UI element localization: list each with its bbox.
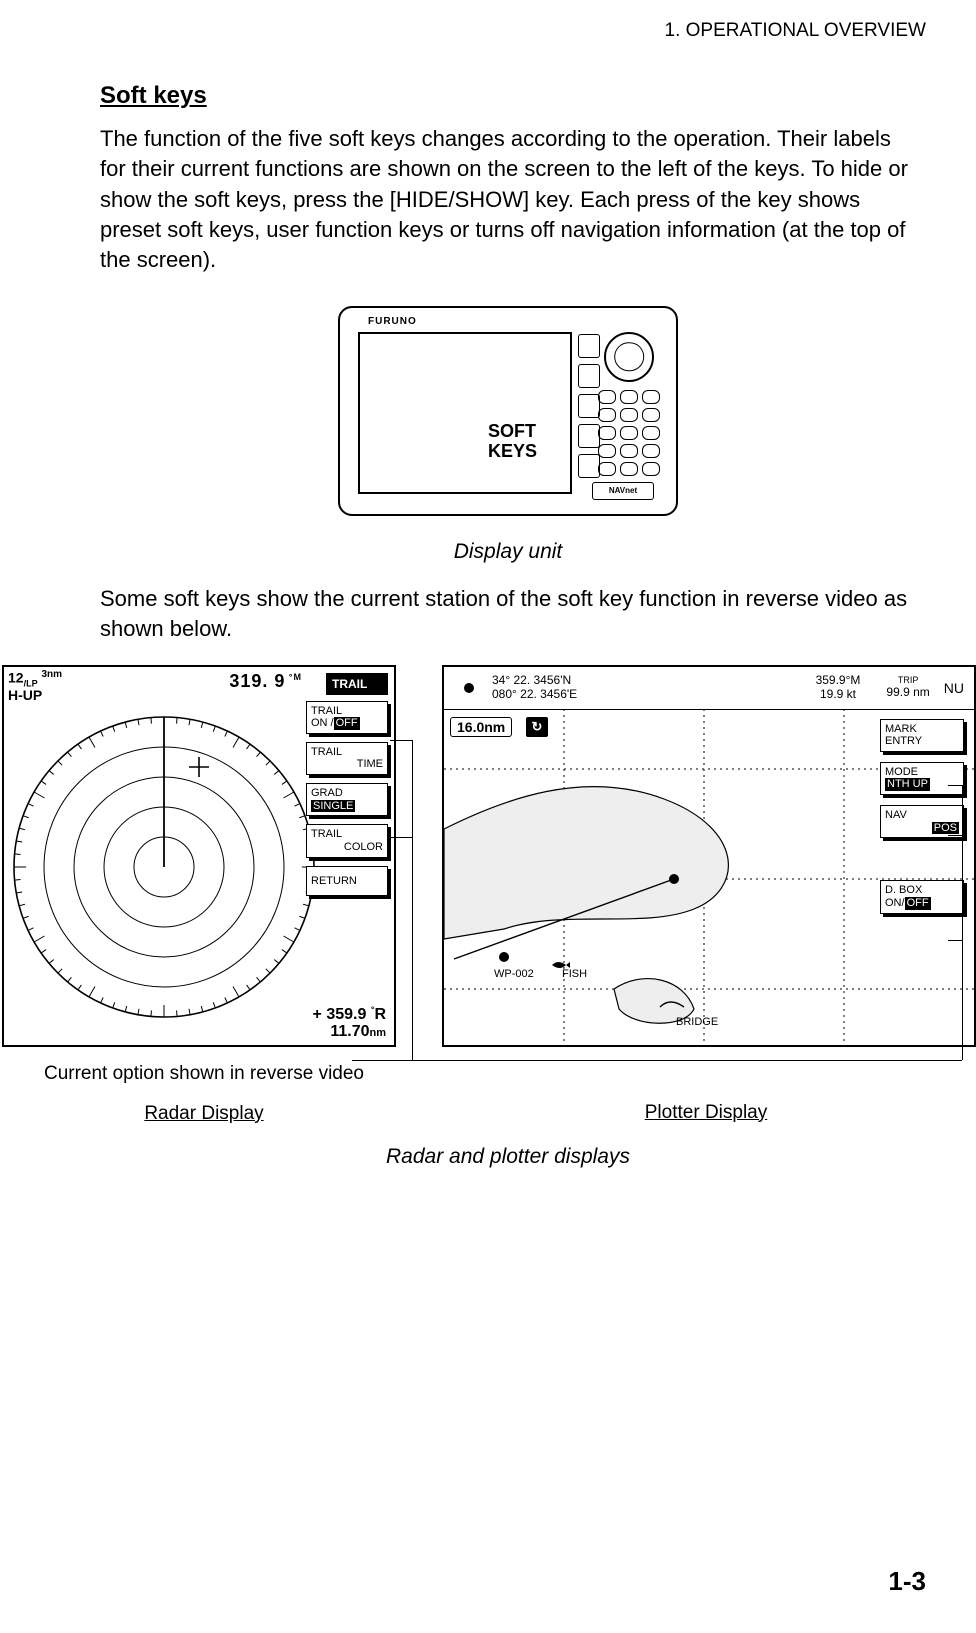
- displays-row: 12/LP 3nm H-UP 319. 9 °M: [2, 665, 976, 1125]
- keypad-button[interactable]: [620, 426, 638, 440]
- leader-line: [948, 835, 962, 836]
- plotter-display-label: Plotter Display: [436, 1102, 976, 1124]
- leader-line: [412, 740, 413, 1060]
- radar-display: 12/LP 3nm H-UP 319. 9 °M: [2, 665, 396, 1047]
- navnet-logo: NAVnet: [592, 482, 654, 500]
- north-up-indicator: NU: [944, 680, 964, 696]
- keypad-button[interactable]: [598, 444, 616, 458]
- page-number: 1-3: [888, 1566, 926, 1597]
- section-heading: Soft keys: [100, 82, 916, 110]
- keypad-button[interactable]: [598, 408, 616, 422]
- paragraph-1: The function of the five soft keys chang…: [100, 124, 916, 276]
- keypad-button[interactable]: [620, 390, 638, 404]
- keypad-button[interactable]: [642, 426, 660, 440]
- keypad: [598, 390, 660, 476]
- softkey-return[interactable]: RETURN: [306, 866, 388, 897]
- leader-line: [390, 740, 412, 741]
- bezel: FURUNO SOFT KEYS: [338, 306, 678, 516]
- keypad-button[interactable]: [620, 408, 638, 422]
- plotter-topbar: 34° 22. 3456'N080° 22. 3456'E 359.9°M19.…: [444, 667, 974, 710]
- radar-softkey-column: TRAIL ON /OFF TRAIL TIME GRAD SINGLE TRA…: [306, 701, 388, 897]
- softkey-grad[interactable]: GRAD SINGLE: [306, 783, 388, 816]
- leader-line: [412, 1060, 962, 1061]
- keypad-button[interactable]: [642, 462, 660, 476]
- softkey-dbox[interactable]: D. BOXON/OFF: [880, 880, 964, 913]
- radar-display-label: Radar Display: [2, 1103, 406, 1125]
- keypad-button[interactable]: [642, 390, 660, 404]
- leader-line: [352, 1060, 412, 1061]
- softkey-button[interactable]: [578, 454, 600, 478]
- keypad-button[interactable]: [642, 408, 660, 422]
- leader-line: [390, 837, 412, 838]
- combined-caption: Radar and plotter displays: [100, 1145, 916, 1169]
- softkey-trail-on-off[interactable]: TRAIL ON /OFF: [306, 701, 388, 734]
- softkey-column: [578, 334, 600, 478]
- leader-line: [962, 785, 963, 1060]
- softkey-button[interactable]: [578, 424, 600, 448]
- fish-label: FISH: [562, 968, 587, 980]
- plotter-display: 34° 22. 3456'N080° 22. 3456'E 359.9°M19.…: [442, 665, 976, 1047]
- leader-line: [948, 785, 962, 786]
- keypad-button[interactable]: [598, 462, 616, 476]
- radar-softcol-title: TRAIL: [326, 673, 388, 695]
- leader-line: [948, 940, 962, 941]
- trip-readout: TRIP99.9 nm: [886, 676, 929, 699]
- keypad-button[interactable]: [620, 444, 638, 458]
- rotary-knob[interactable]: [604, 332, 654, 382]
- radar-panel-wrap: 12/LP 3nm H-UP 319. 9 °M: [2, 665, 406, 1125]
- keypad-button[interactable]: [642, 444, 660, 458]
- keypad-button[interactable]: [620, 462, 638, 476]
- bridge-label: BRIDGE: [676, 1016, 718, 1028]
- softkey-mode[interactable]: MODENTH UP: [880, 762, 964, 795]
- softkey-button[interactable]: [578, 394, 600, 418]
- radar-cursor-readout: + 359.9 °R 11.70nm: [313, 1006, 386, 1041]
- softkey-nav[interactable]: NAVPOS: [880, 805, 964, 838]
- running-header: 1. OPERATIONAL OVERVIEW: [100, 20, 926, 42]
- heading-speed-readout: 359.9°M19.9 kt: [816, 674, 861, 700]
- plotter-softkey-column: MARKENTRY MODENTH UP NAVPOS D. BOXON/OFF: [880, 719, 964, 914]
- softkeys-callout: SOFT KEYS: [488, 422, 537, 462]
- ownship-icon: [464, 683, 474, 693]
- paragraph-2: Some soft keys show the current station …: [100, 584, 916, 645]
- softkey-trail-time[interactable]: TRAIL TIME: [306, 742, 388, 775]
- display-unit-figure: FURUNO SOFT KEYS: [328, 296, 688, 526]
- wp-label: WP-002: [494, 968, 534, 980]
- keypad-button[interactable]: [598, 426, 616, 440]
- brand-label: FURUNO: [368, 316, 417, 327]
- softkey-trail-color[interactable]: TRAIL COLOR: [306, 824, 388, 857]
- softkeys-callout-line2: KEYS: [488, 441, 537, 461]
- softkey-button[interactable]: [578, 364, 600, 388]
- keypad-button[interactable]: [598, 390, 616, 404]
- display-unit-caption: Display unit: [100, 540, 916, 564]
- softkey-mark-entry[interactable]: MARKENTRY: [880, 719, 964, 752]
- softkeys-callout-line1: SOFT: [488, 421, 536, 441]
- screen: SOFT KEYS: [358, 332, 572, 494]
- reverse-video-note: Current option shown in reverse video: [2, 1063, 406, 1085]
- plotter-panel-wrap: 34° 22. 3456'N080° 22. 3456'E 359.9°M19.…: [436, 665, 976, 1124]
- softkey-button[interactable]: [578, 334, 600, 358]
- position-readout: 34° 22. 3456'N080° 22. 3456'E: [492, 674, 577, 700]
